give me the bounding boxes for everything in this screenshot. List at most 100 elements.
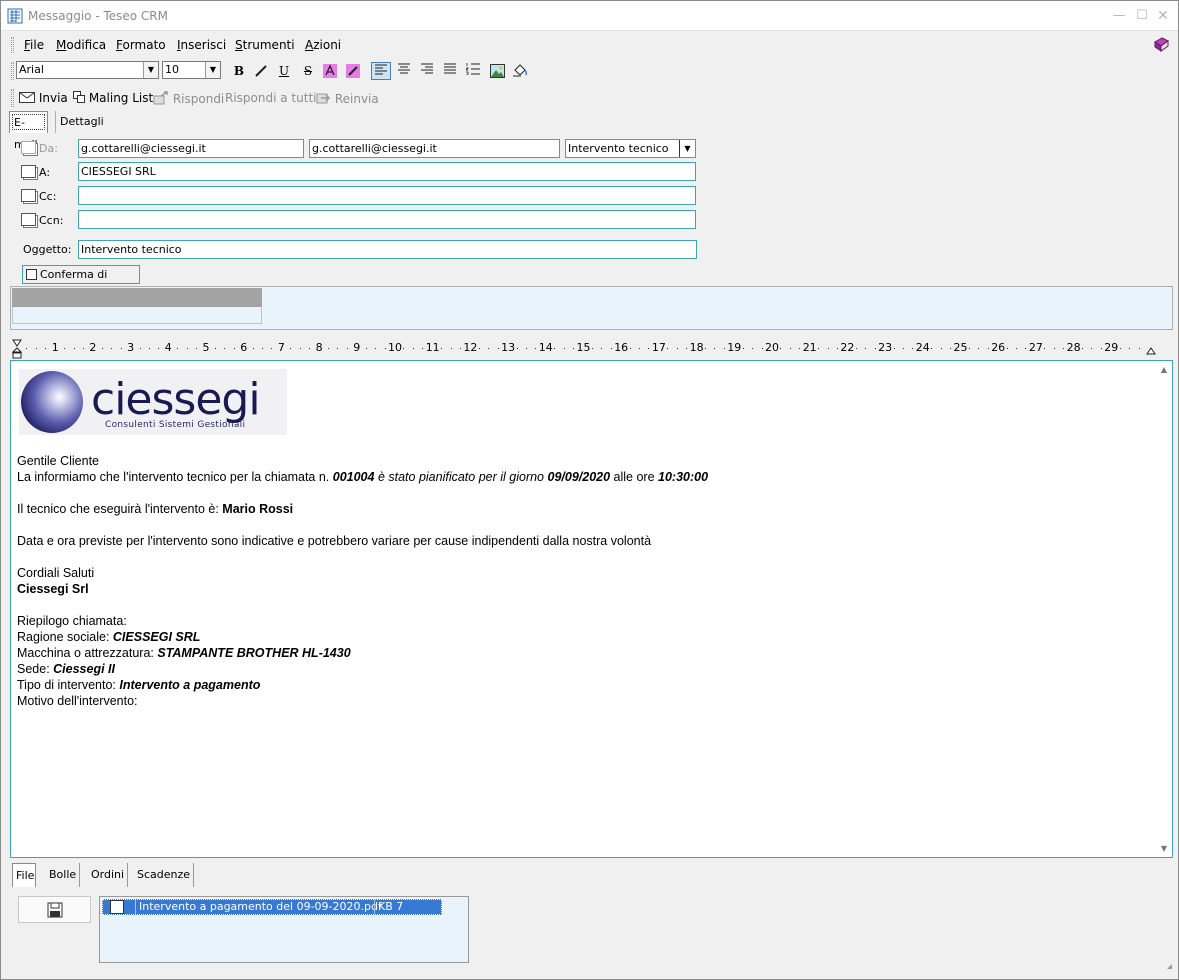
summary-customer: Ragione sociale: CIESSEGI SRL xyxy=(17,629,708,645)
menu-modifica[interactable]: Modifica xyxy=(56,38,106,52)
ruler-label: 18 xyxy=(689,341,704,354)
cc-label-text: Cc: xyxy=(39,190,57,203)
tab-dettagli[interactable]: Dettagli xyxy=(55,111,108,133)
scroll-down-icon[interactable]: ▼ xyxy=(1161,844,1167,853)
insert-object-button[interactable] xyxy=(510,62,530,80)
ruler-tick xyxy=(836,348,838,349)
ruler-tick xyxy=(35,348,37,349)
scheduled-time: 10:30:00 xyxy=(658,470,709,484)
ruler-label: 21 xyxy=(802,341,817,354)
chevron-down-icon: ▼ xyxy=(679,140,695,157)
from-address-field[interactable]: g.cottarelli@ciessegi.it xyxy=(309,139,560,158)
actions-toolbar: Invia Maling List Rispondi Rispondi a tu… xyxy=(1,87,381,109)
reply-button[interactable]: Rispondi xyxy=(153,91,224,106)
chevron-down-icon: ▼ xyxy=(143,62,158,78)
mailing-list-label: Maling List xyxy=(88,91,154,105)
ruler-tick xyxy=(855,348,857,349)
ruler-tick xyxy=(262,348,264,349)
message-editor[interactable]: ▲ ▼ ciessegi Consulenti Sistemi Gestiona… xyxy=(10,360,1173,858)
attachment-strip-slot[interactable] xyxy=(12,307,262,324)
ccn-label[interactable]: Ccn: xyxy=(21,213,63,227)
attachment-item[interactable]: Intervento a pagamento del 09-09-2020.pd… xyxy=(102,899,442,915)
ccn-field[interactable] xyxy=(78,210,696,229)
ruler-tick xyxy=(148,348,150,349)
to-label[interactable]: A: xyxy=(21,165,50,179)
numbered-list-button[interactable] xyxy=(463,62,483,80)
reply-all-button[interactable]: Rispondi a tutti xyxy=(225,91,316,105)
intro-text: La informiamo che l'intervento tecnico p… xyxy=(17,470,333,484)
address-book-icon[interactable] xyxy=(1153,37,1170,53)
cc-label[interactable]: Cc: xyxy=(21,189,56,203)
type-select[interactable]: Intervento tecnico ▼ xyxy=(565,139,696,158)
ruler-tick xyxy=(64,348,66,349)
disclaimer-line: Data e ora previste per l'intervento son… xyxy=(17,534,652,548)
bold-button[interactable]: B xyxy=(229,62,249,80)
menu-strumenti[interactable]: Strumenti xyxy=(235,38,295,52)
ruler-tick xyxy=(827,348,829,349)
read-receipt-checkbox[interactable]: Conferma di lettura xyxy=(22,265,140,298)
align-center-button[interactable] xyxy=(394,62,414,80)
scroll-up-icon[interactable]: ▲ xyxy=(1161,365,1167,374)
mailing-list-button[interactable]: Maling List xyxy=(73,91,153,105)
subject-field[interactable]: Intervento tecnico xyxy=(78,240,697,259)
justify-icon xyxy=(444,63,456,74)
save-attachment-button[interactable] xyxy=(18,896,91,923)
menu-file[interactable]: File xyxy=(24,38,44,52)
menu-grip[interactable] xyxy=(11,37,14,53)
align-left-button[interactable] xyxy=(371,62,391,80)
call-number: 001004 xyxy=(332,470,375,484)
strike-button[interactable]: S xyxy=(298,62,318,80)
size-value: 10 xyxy=(165,63,179,76)
intro-line: La informiamo che l'intervento tecnico p… xyxy=(17,469,708,485)
insert-image-button[interactable] xyxy=(487,62,507,80)
menu-formato[interactable]: Formato xyxy=(116,38,166,52)
size-select[interactable]: 10 ▼ xyxy=(162,61,221,79)
underline-button[interactable]: U xyxy=(274,62,294,80)
align-right-button[interactable] xyxy=(417,62,437,80)
ruler-label: 10 xyxy=(388,341,402,354)
attachment-list[interactable]: Intervento a pagamento del 09-09-2020.pd… xyxy=(99,896,469,963)
tab-file[interactable]: File xyxy=(12,863,36,887)
attachment-strip[interactable] xyxy=(10,286,1173,330)
summary-machine: Macchina o attrezzatura: STAMPANTE BROTH… xyxy=(17,645,708,661)
tab-scadenze[interactable]: Scadenze xyxy=(134,863,195,887)
menu-azioni[interactable]: Azioni xyxy=(305,38,341,52)
ruler-label: 3 xyxy=(127,341,135,354)
close-button[interactable]: ✕ xyxy=(1153,7,1173,25)
minimize-button[interactable]: — xyxy=(1109,7,1129,25)
actions-grip[interactable] xyxy=(11,89,14,107)
send-button[interactable]: Invia xyxy=(19,91,68,105)
ruler-tick xyxy=(714,348,716,349)
ruler-tick xyxy=(26,348,28,349)
ruler-tick xyxy=(563,348,565,349)
tab-email[interactable]: E-mail xyxy=(9,111,48,151)
italic-button[interactable] xyxy=(251,62,271,80)
ruler-tick xyxy=(422,348,424,349)
font-color-button[interactable] xyxy=(320,62,340,80)
font-select[interactable]: Arial ▼ xyxy=(16,61,159,79)
scheduled-date: 09/09/2020 xyxy=(547,470,611,484)
ruler-tick xyxy=(591,348,593,349)
ruler-label: 8 xyxy=(315,341,323,354)
maximize-button[interactable]: ☐ xyxy=(1132,7,1152,25)
resize-grip-icon[interactable] xyxy=(1167,964,1172,969)
tab-ordini[interactable]: Ordini xyxy=(88,863,129,887)
format-grip[interactable] xyxy=(11,62,14,80)
tab-bolle[interactable]: Bolle xyxy=(46,863,81,887)
highlight-button[interactable] xyxy=(343,62,363,80)
forward-button[interactable]: Reinvia xyxy=(315,91,379,106)
menu-inserisci[interactable]: Inserisci xyxy=(177,38,226,52)
justify-button[interactable] xyxy=(440,62,460,80)
from-field[interactable]: g.cottarelli@ciessegi.it xyxy=(78,139,304,158)
ruler[interactable]: 1 2 3 4 5 6 7 8 9 10 11 12 13 14 15 16 17 18 19 20 21 22 23 24 2… xyxy=(10,338,1173,359)
right-margin-icon[interactable] xyxy=(1146,339,1156,355)
summary-customer-value: CIESSEGI SRL xyxy=(112,630,201,644)
ruler-tick xyxy=(309,348,311,349)
to-field[interactable]: CIESSEGI SRL xyxy=(78,162,696,181)
summary-reason: Motivo dell'intervento: xyxy=(17,694,138,708)
indent-marker-icon[interactable] xyxy=(12,339,22,359)
ruler-tick xyxy=(1119,348,1121,349)
ruler-tick xyxy=(525,348,527,349)
send-label: Invia xyxy=(38,91,68,105)
cc-field[interactable] xyxy=(78,186,696,205)
